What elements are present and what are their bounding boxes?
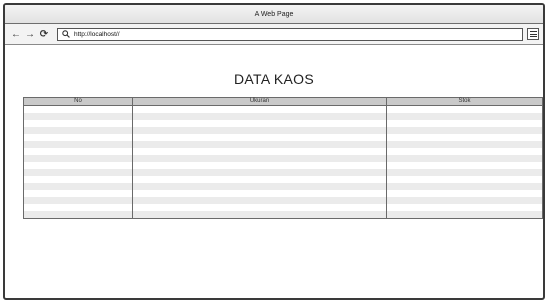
cell-no [23,211,133,219]
table-row[interactable] [23,197,543,204]
cell-stok [386,113,543,120]
cell-ukuran [132,105,387,113]
table-body [23,105,543,219]
url-text: http://localhost// [74,30,120,38]
arrow-left-icon: ← [11,28,21,40]
title-bar: A Web Page [5,5,543,24]
cell-no [23,183,133,190]
table-row[interactable] [23,190,543,197]
table-row[interactable] [23,169,543,176]
table-row[interactable] [23,148,543,155]
table-row[interactable] [23,155,543,162]
cell-stok [386,162,543,169]
cell-ukuran [132,141,387,148]
table-header-row: No Ukuran Stok [23,97,543,106]
cell-stok [386,134,543,141]
cell-ukuran [132,113,387,120]
cell-stok [386,211,543,219]
cell-no [23,127,133,134]
table-row[interactable] [23,113,543,120]
cell-stok [386,141,543,148]
table-row[interactable] [23,204,543,211]
table-row[interactable] [23,105,543,113]
forward-button[interactable]: → [23,26,37,42]
cell-no [23,204,133,211]
cell-no [23,190,133,197]
cell-no [23,113,133,120]
column-header-stok[interactable]: Stok [386,97,543,106]
cell-stok [386,105,543,113]
page-content: DATA KAOS No Ukuran Stok [5,45,543,298]
column-header-no[interactable]: No [23,97,133,106]
table-row[interactable] [23,127,543,134]
cell-stok [386,169,543,176]
cell-ukuran [132,162,387,169]
cell-no [23,134,133,141]
cell-stok [386,148,543,155]
cell-ukuran [132,190,387,197]
cell-no [23,162,133,169]
cell-stok [386,127,543,134]
table-row[interactable] [23,162,543,169]
browser-window: A Web Page ← → ⟳ http://localhost// DATA… [3,3,545,300]
table-row[interactable] [23,141,543,148]
cell-no [23,197,133,204]
reload-button[interactable]: ⟳ [37,26,51,42]
table-row[interactable] [23,211,543,219]
browser-toolbar: ← → ⟳ http://localhost// [5,24,543,45]
cell-ukuran [132,197,387,204]
cell-ukuran [132,155,387,162]
cell-ukuran [132,183,387,190]
cell-ukuran [132,176,387,183]
cell-stok [386,204,543,211]
cell-ukuran [132,127,387,134]
cell-ukuran [132,204,387,211]
cell-stok [386,190,543,197]
cell-ukuran [132,120,387,127]
address-bar[interactable]: http://localhost// [57,27,523,41]
cell-stok [386,183,543,190]
window-title: A Web Page [254,10,294,18]
cell-ukuran [132,169,387,176]
cell-stok [386,197,543,204]
back-button[interactable]: ← [9,26,23,42]
hamburger-menu-icon [529,31,537,32]
cell-ukuran [132,134,387,141]
table-row[interactable] [23,183,543,190]
menu-button[interactable] [527,28,539,40]
table-row[interactable] [23,134,543,141]
cell-ukuran [132,148,387,155]
cell-stok [386,120,543,127]
column-header-ukuran[interactable]: Ukuran [132,97,387,106]
cell-stok [386,176,543,183]
table-row[interactable] [23,120,543,127]
cell-stok [386,155,543,162]
data-table: No Ukuran Stok [23,97,543,219]
arrow-right-icon: → [25,28,35,40]
cell-no [23,148,133,155]
reload-icon: ⟳ [39,28,49,40]
cell-no [23,105,133,113]
cell-no [23,169,133,176]
page-title: DATA KAOS [234,71,314,87]
cell-no [23,155,133,162]
cell-no [23,176,133,183]
search-icon [62,30,70,38]
cell-ukuran [132,211,387,219]
cell-no [23,141,133,148]
table-row[interactable] [23,176,543,183]
cell-no [23,120,133,127]
